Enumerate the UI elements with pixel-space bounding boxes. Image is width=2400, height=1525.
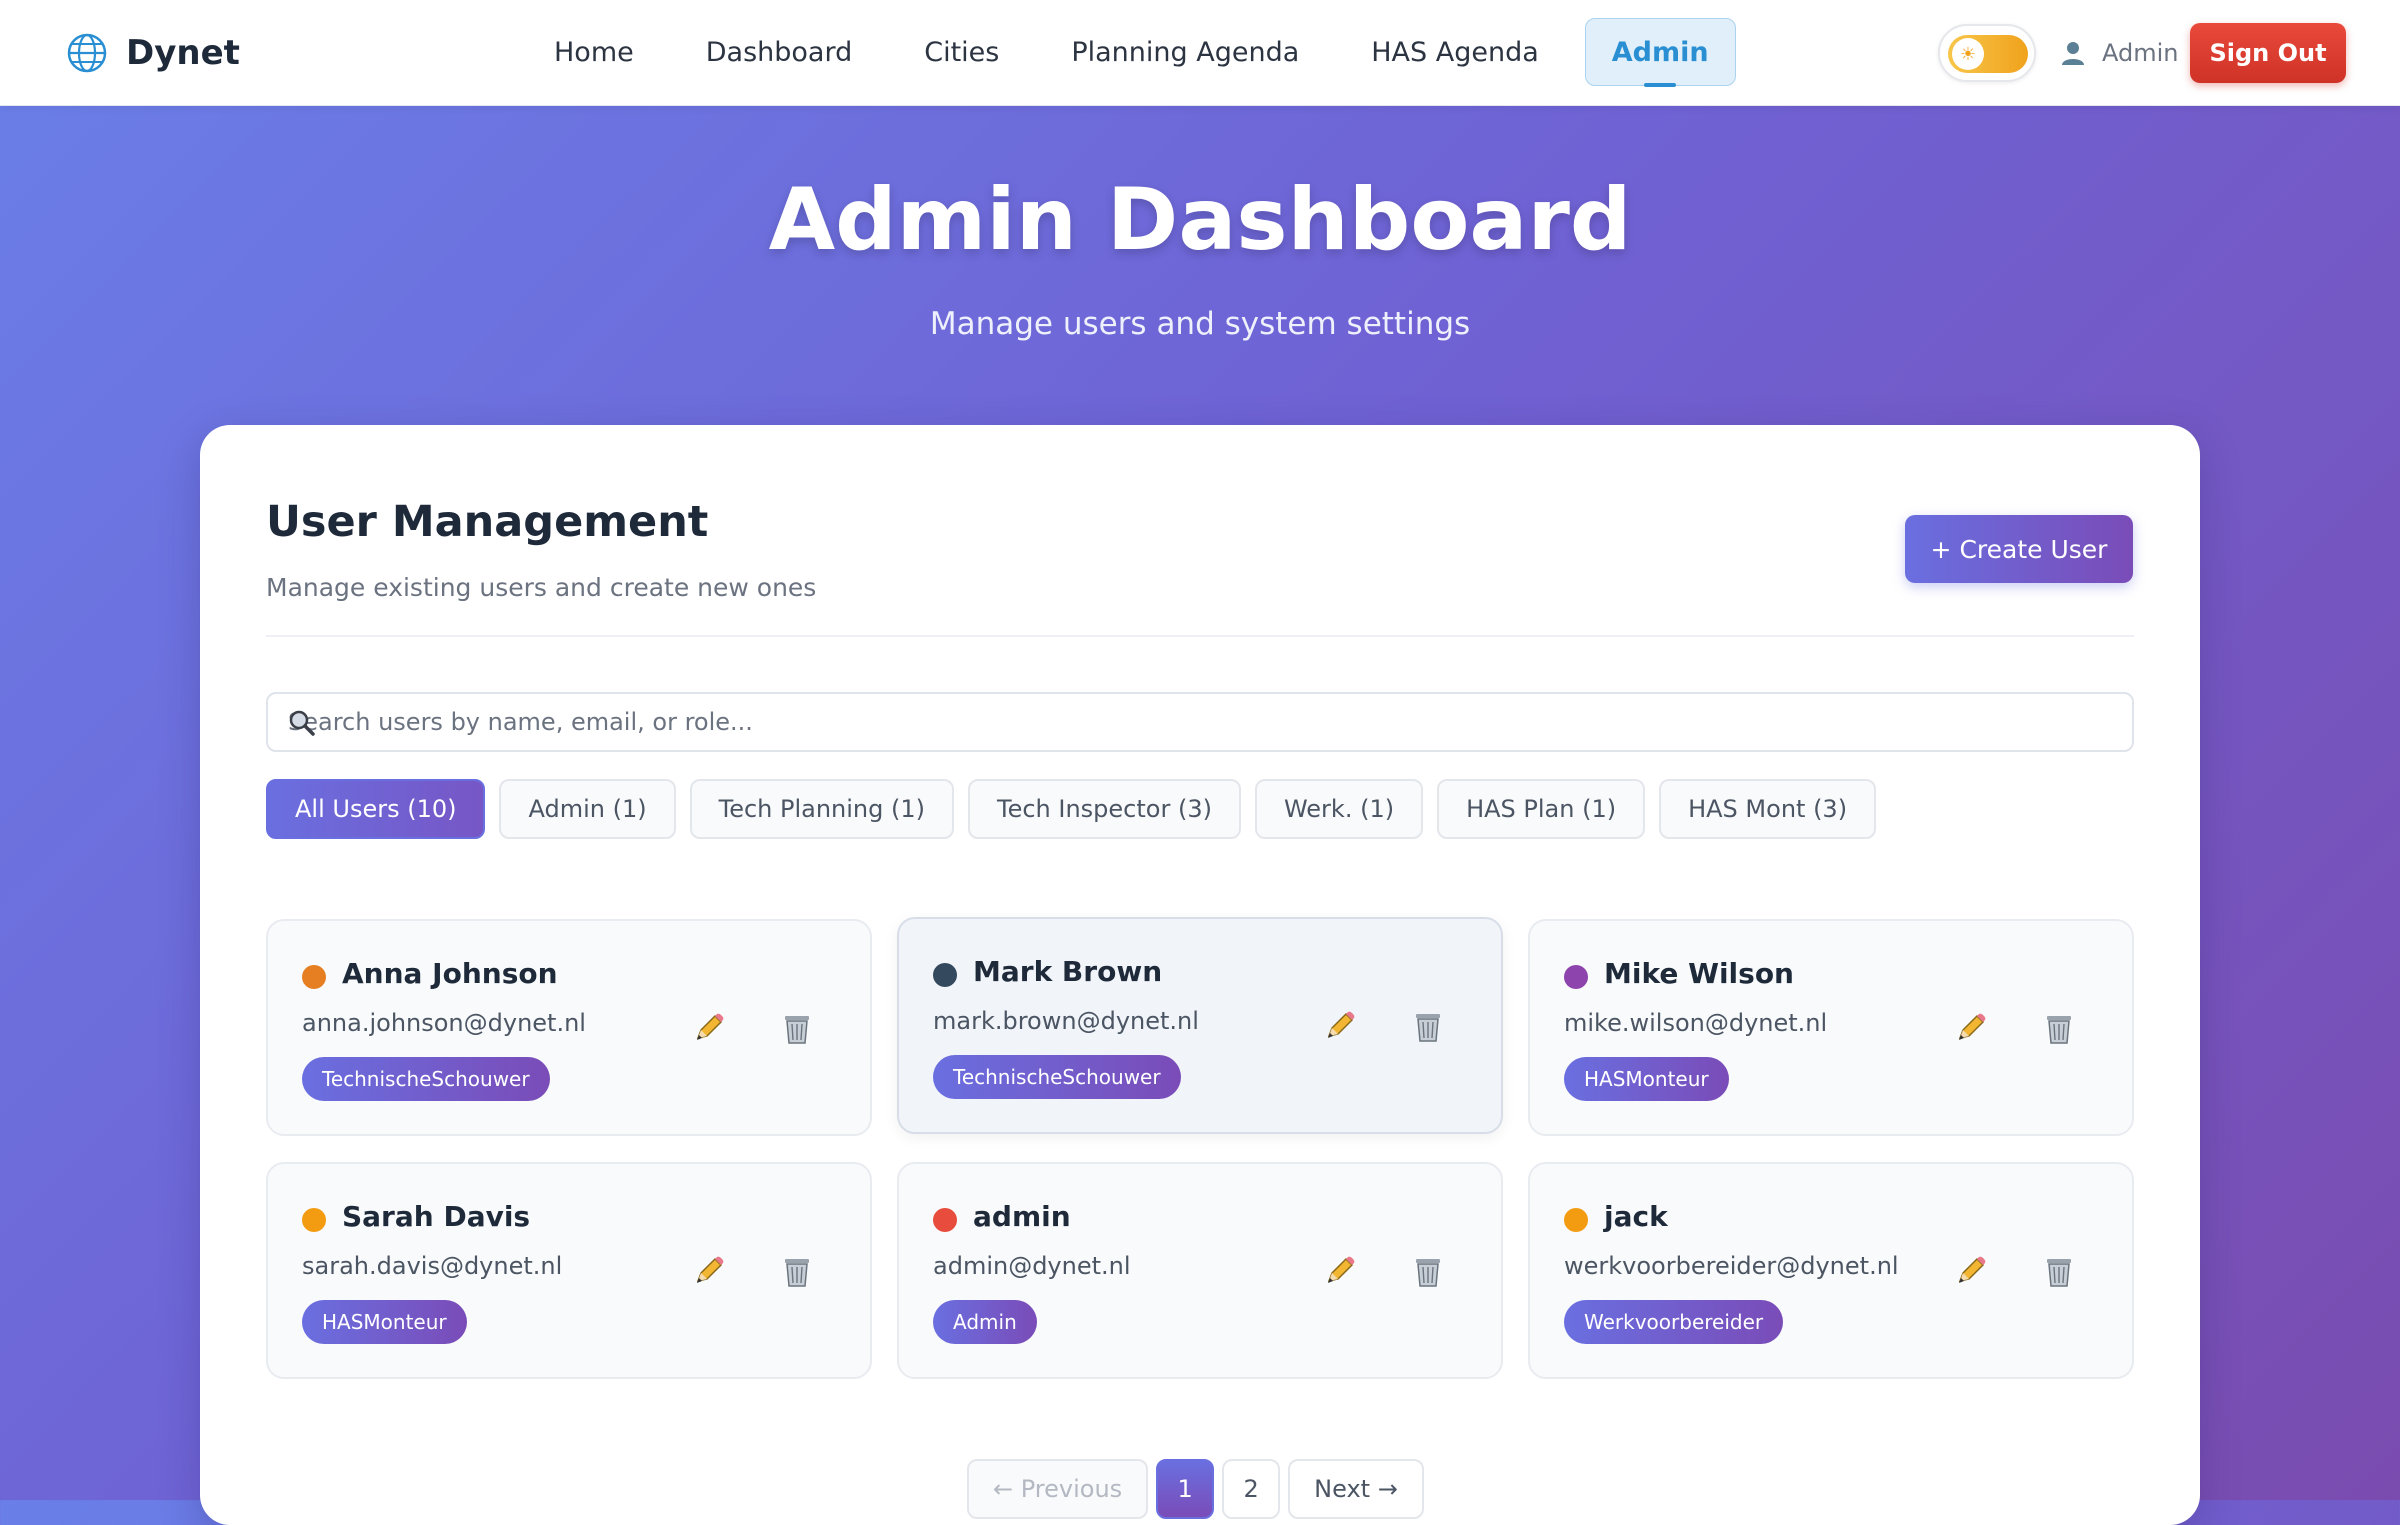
main-nav: Home Dashboard Cities Planning Agenda HA…: [518, 18, 1736, 87]
user-role-badge: HASMonteur: [1564, 1057, 1729, 1101]
status-dot: [933, 1208, 957, 1232]
search-input[interactable]: [288, 694, 2108, 750]
user-name: jack: [1604, 1200, 1668, 1233]
user-email: sarah.davis@dynet.nl: [302, 1252, 563, 1280]
current-user-name: Admin: [2102, 39, 2179, 67]
user-name: Mark Brown: [973, 955, 1163, 988]
user-role-badge: TechnischeSchouwer: [933, 1055, 1181, 1099]
nav-planning-agenda[interactable]: Planning Agenda: [1035, 18, 1335, 86]
filter-has-mont[interactable]: HAS Mont (3): [1659, 779, 1877, 839]
trash-icon[interactable]: [1413, 1254, 1443, 1288]
filter-admin[interactable]: Admin (1): [499, 779, 676, 839]
filter-tech-planning[interactable]: Tech Planning (1): [689, 779, 954, 839]
nav-home[interactable]: Home: [518, 18, 670, 86]
nav-cities[interactable]: Cities: [888, 18, 1035, 86]
user-management-panel: User Management Manage existing users an…: [200, 425, 2200, 1525]
status-dot: [302, 965, 326, 989]
nav-dashboard[interactable]: Dashboard: [670, 18, 888, 86]
role-filters: All Users (10) Admin (1) Tech Planning (…: [266, 779, 1890, 839]
user-email: mark.brown@dynet.nl: [933, 1007, 1199, 1035]
trash-icon[interactable]: [2044, 1011, 2074, 1045]
user-card[interactable]: Sarah Davis sarah.davis@dynet.nl HASMont…: [266, 1162, 872, 1379]
sun-icon: ☀: [1952, 38, 1984, 70]
previous-page-button[interactable]: ← Previous: [967, 1459, 1149, 1519]
user-card[interactable]: Mark Brown mark.brown@dynet.nl Technisch…: [897, 917, 1503, 1134]
status-dot: [302, 1208, 326, 1232]
user-email: mike.wilson@dynet.nl: [1564, 1009, 1828, 1037]
user-role-badge: Admin: [933, 1300, 1037, 1344]
brand-name: Dynet: [126, 33, 240, 73]
theme-toggle-track: ☀: [1948, 35, 2028, 73]
page-1-button[interactable]: 1: [1156, 1459, 1215, 1519]
theme-toggle[interactable]: ☀: [1938, 24, 2036, 82]
user-role-badge: TechnischeSchouwer: [302, 1057, 550, 1101]
divider: [266, 635, 2134, 637]
search-box[interactable]: [266, 692, 2134, 752]
edit-pencil-icon[interactable]: [692, 1254, 726, 1288]
user-icon: [2062, 42, 2084, 65]
edit-pencil-icon[interactable]: [1954, 1254, 1988, 1288]
globe-icon: [67, 33, 107, 73]
nav-has-agenda[interactable]: HAS Agenda: [1335, 18, 1575, 86]
user-name: Sarah Davis: [342, 1200, 531, 1233]
edit-pencil-icon[interactable]: [692, 1011, 726, 1045]
edit-pencil-icon[interactable]: [1323, 1009, 1357, 1043]
top-navbar: Dynet Home Dashboard Cities Planning Age…: [0, 0, 2400, 106]
next-page-button[interactable]: Next →: [1288, 1459, 1424, 1519]
user-role-badge: Werkvoorbereider: [1564, 1300, 1784, 1344]
trash-icon[interactable]: [782, 1254, 812, 1288]
user-email: werkvoorbereider@dynet.nl: [1564, 1252, 1899, 1280]
brand[interactable]: Dynet: [66, 30, 240, 76]
filter-all-users[interactable]: All Users (10): [266, 779, 486, 839]
edit-pencil-icon[interactable]: [1954, 1011, 1988, 1045]
edit-pencil-icon[interactable]: [1323, 1254, 1357, 1288]
search-icon: [289, 710, 315, 736]
user-card[interactable]: jack werkvoorbereider@dynet.nl Werkvoorb…: [1528, 1162, 2134, 1379]
user-name: Mike Wilson: [1604, 957, 1794, 990]
sign-out-button[interactable]: Sign Out: [2190, 23, 2346, 83]
user-role-badge: HASMonteur: [302, 1300, 467, 1344]
trash-icon[interactable]: [782, 1011, 812, 1045]
page-2-button[interactable]: 2: [1222, 1459, 1281, 1519]
nav-admin[interactable]: Admin: [1584, 18, 1736, 87]
user-email: admin@dynet.nl: [933, 1252, 1131, 1280]
create-user-button[interactable]: + Create User: [1905, 515, 2133, 583]
user-card[interactable]: Mike Wilson mike.wilson@dynet.nl HASMont…: [1528, 919, 2134, 1136]
trash-icon[interactable]: [2044, 1254, 2074, 1288]
status-dot: [1564, 965, 1588, 989]
filter-tech-inspector[interactable]: Tech Inspector (3): [968, 779, 1241, 839]
user-name: Anna Johnson: [342, 957, 558, 990]
current-user: Admin: [2060, 36, 2179, 70]
pagination: ← Previous 1 2 Next →: [967, 1459, 1432, 1519]
page-subtitle: Manage users and system settings: [929, 306, 1471, 342]
filter-has-plan[interactable]: HAS Plan (1): [1437, 779, 1646, 839]
section-title: User Management: [266, 497, 709, 547]
filter-werk[interactable]: Werk. (1): [1254, 779, 1424, 839]
user-card[interactable]: Anna Johnson anna.johnson@dynet.nl Techn…: [266, 919, 872, 1136]
user-card[interactable]: admin admin@dynet.nl Admin: [897, 1162, 1503, 1379]
user-email: anna.johnson@dynet.nl: [302, 1009, 586, 1037]
user-name: admin: [973, 1200, 1071, 1233]
trash-icon[interactable]: [1413, 1009, 1443, 1043]
status-dot: [1564, 1208, 1588, 1232]
status-dot: [933, 963, 957, 987]
page-title: Admin Dashboard: [768, 170, 1632, 270]
section-subtitle: Manage existing users and create new one…: [266, 573, 817, 602]
